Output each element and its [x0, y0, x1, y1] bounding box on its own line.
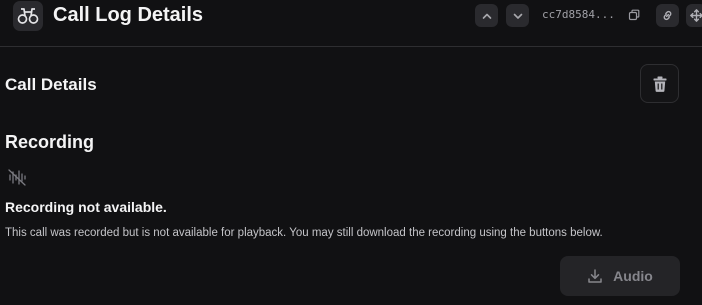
next-call-button[interactable]	[506, 4, 529, 27]
audio-waveform-off-icon	[8, 169, 26, 186]
binoculars-icon	[17, 8, 39, 24]
expand-button[interactable]	[686, 4, 702, 27]
download-icon	[588, 269, 602, 283]
delete-button[interactable]	[640, 64, 679, 103]
chevron-down-icon	[513, 13, 522, 19]
call-id: cc7d8584...	[542, 8, 615, 21]
previous-call-button[interactable]	[475, 4, 498, 27]
expand-icon	[689, 9, 702, 22]
copy-icon[interactable]	[628, 9, 640, 21]
chevron-up-icon	[482, 13, 491, 19]
recording-unavailable-title: Recording not available.	[5, 199, 167, 215]
header-bar: Call Log Details cc7d8584...	[0, 0, 702, 47]
copy-link-button[interactable]	[656, 4, 679, 27]
download-audio-label: Audio	[613, 268, 653, 284]
recording-heading: Recording	[5, 132, 95, 152]
logo	[13, 1, 43, 31]
recording-unavailable-message: This call was recorded but is not availa…	[5, 227, 603, 239]
trash-icon	[653, 76, 666, 92]
link-icon	[663, 10, 672, 21]
call-details-heading: Call Details	[5, 75, 97, 94]
download-audio-button[interactable]: Audio	[560, 256, 680, 296]
page-title: Call Log Details	[53, 4, 204, 26]
